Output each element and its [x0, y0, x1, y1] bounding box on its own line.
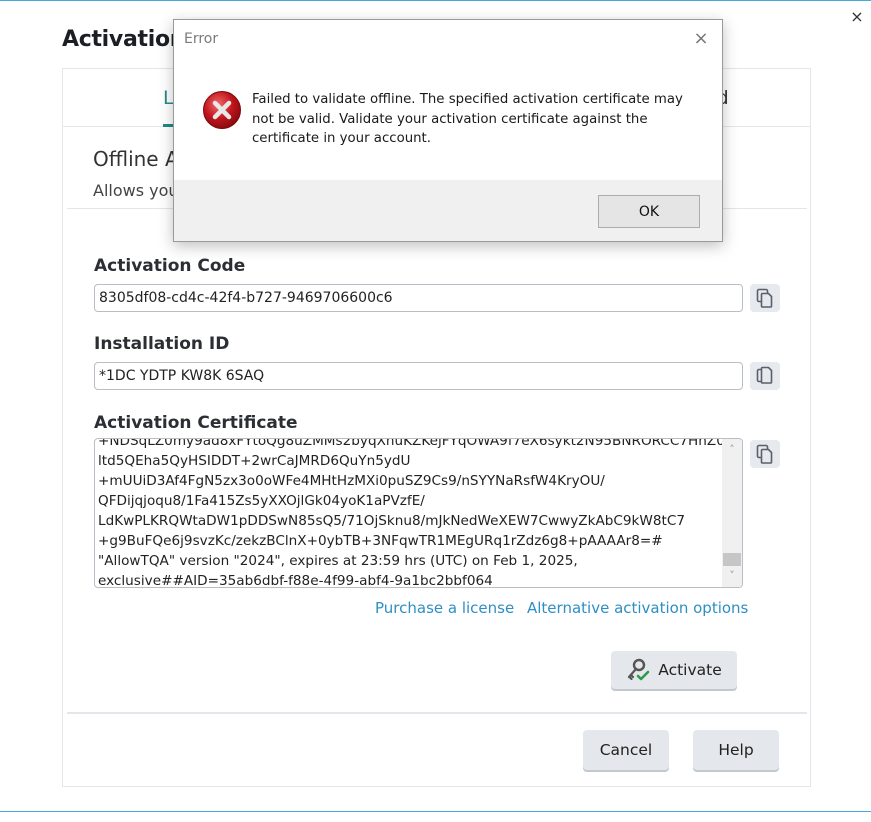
- ok-button[interactable]: OK: [598, 195, 700, 228]
- certificate-line: QFDijqjoqu8/1Fa415Zs5yXXOjlGk04yoK1aPVzf…: [98, 493, 425, 509]
- scroll-down-arrow-icon[interactable]: ˅: [722, 567, 742, 585]
- certificate-line: exclusive##AID=35ab6dbf-f88e-4f99-abf4-9…: [98, 573, 493, 588]
- activate-button[interactable]: Activate: [611, 651, 737, 689]
- cancel-button[interactable]: Cancel: [583, 730, 669, 770]
- page-title: Activation: [62, 27, 186, 52]
- window-top-border: [0, 0, 871, 1]
- certificate-scrollbar[interactable]: ˄ ˅: [722, 439, 742, 587]
- certificate-line: +g9BuFQe6j9svzKc/zekzBClnX+0ybTB+3NFqwTR…: [98, 533, 663, 549]
- activation-code-input[interactable]: 8305df08-cd4c-42f4-b727-9469706600c6: [94, 284, 743, 312]
- activate-label: Activate: [658, 661, 722, 679]
- installation-id-label: Installation ID: [94, 334, 230, 354]
- copy-icon: [756, 288, 773, 308]
- certificate-line: "AllowTQA" version "2024", expires at 23…: [98, 553, 578, 569]
- window-bottom-border: [0, 811, 871, 812]
- certificate-line: LdKwPLKRQWtaDW1pDDSwN85sQ5/71OjSknu8/mJk…: [98, 513, 685, 529]
- scroll-up-arrow-icon[interactable]: ˄: [722, 441, 742, 459]
- window-close-button[interactable]: ×: [848, 8, 866, 26]
- copy-activation-code-button[interactable]: [750, 284, 780, 312]
- help-button[interactable]: Help: [693, 730, 779, 770]
- key-check-icon: [628, 658, 650, 681]
- alternative-activation-link[interactable]: Alternative activation options: [527, 599, 748, 617]
- section-title: Offline A: [93, 147, 179, 171]
- certificate-line: +mUUiD3Af4FgN5zx3o0oWFe4MHtHzMXi0puSZ9Cs…: [98, 473, 605, 489]
- certificate-line: ltd5QEha5QyHSIDDT+2wrCaJMRD6QuYn5ydU: [98, 453, 411, 469]
- activation-certificate-label: Activation Certificate: [94, 413, 298, 433]
- certificate-line: +NDSqLZ0my9ad8xFYtoQg8uZMMs2byqXnuKZKejF…: [98, 438, 734, 449]
- footer-divider: [67, 712, 807, 714]
- copy-installation-id-button[interactable]: [750, 362, 780, 390]
- purchase-license-link[interactable]: Purchase a license: [375, 599, 514, 617]
- copy-icon: [756, 366, 773, 384]
- activation-code-label: Activation Code: [94, 256, 246, 276]
- certificate-text: +NDSqLZ0my9ad8xFYtoQg8uZMMs2byqXnuKZKejF…: [98, 438, 734, 588]
- activation-certificate-textarea[interactable]: +NDSqLZ0my9ad8xFYtoQg8uZMMs2byqXnuKZKejF…: [94, 438, 743, 588]
- scroll-thumb[interactable]: [723, 553, 741, 566]
- copy-icon: [756, 444, 773, 464]
- error-message: Failed to validate offline. The specifie…: [252, 92, 683, 146]
- error-dialog-footer: OK: [174, 180, 722, 241]
- error-dialog-close-button[interactable]: ×: [691, 29, 711, 49]
- error-icon: [203, 91, 241, 129]
- copy-certificate-button[interactable]: [750, 440, 780, 468]
- installation-id-input[interactable]: *1DC YDTP KW8K 6SAQ: [94, 362, 743, 390]
- error-dialog: Error × Failed to validate offline. The …: [173, 19, 723, 242]
- error-dialog-title: Error: [184, 31, 219, 47]
- section-description: Allows you: [93, 181, 179, 200]
